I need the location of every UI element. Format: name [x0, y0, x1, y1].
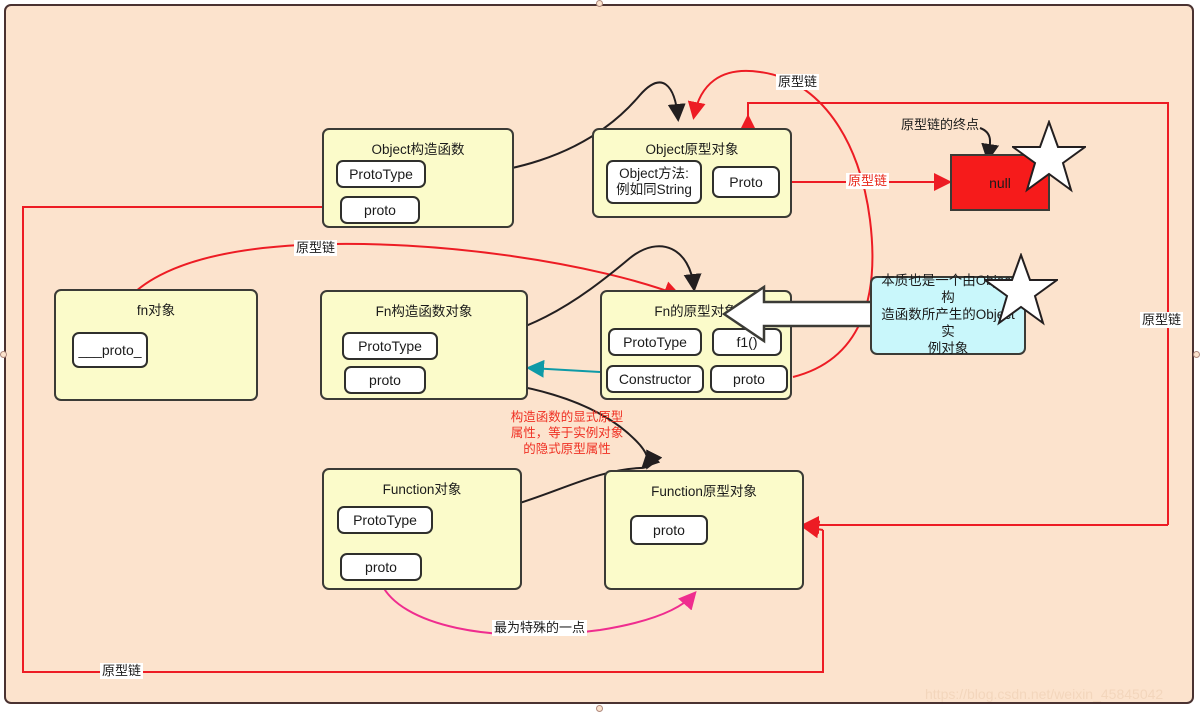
annotation-explicit-prototype: 构造函数的显式原型 属性，等于实例对象 的隐式原型属性	[497, 409, 637, 457]
node-title: Object构造函数	[371, 142, 465, 157]
star-icon-note	[984, 253, 1058, 326]
note-line-3: 例对象	[927, 340, 969, 356]
node-title: Function原型对象	[651, 484, 757, 499]
watermark: https://blog.csdn.net/weixin_45845042	[925, 686, 1164, 702]
label-chain-right: 原型链	[1140, 312, 1184, 329]
node-function-prototype[interactable]: Function原型对象 proto	[604, 470, 804, 590]
label-chain-to-null: 原型链	[846, 173, 890, 190]
slot-proto[interactable]: proto	[340, 196, 420, 224]
slot-prototype[interactable]: ProtoType	[608, 328, 702, 356]
slot-proto[interactable]: proto	[340, 553, 422, 581]
node-object-prototype[interactable]: Object原型对象 Object方法: 例如同String Proto	[592, 128, 792, 218]
label-chain-end-title: 原型链的终点	[901, 117, 980, 132]
slot-proto[interactable]: proto	[344, 366, 426, 394]
node-object-constructor[interactable]: Object构造函数 ProtoType proto	[322, 128, 514, 228]
label-most-special: 最为特殊的一点	[492, 620, 588, 637]
label-chain-bottom: 原型链	[100, 663, 144, 680]
node-title: Function对象	[382, 482, 462, 497]
slot-prototype[interactable]: ProtoType	[342, 332, 438, 360]
slot-constructor[interactable]: Constructor	[606, 365, 704, 393]
resize-handle-bottom[interactable]	[596, 705, 603, 712]
node-fn-instance[interactable]: fn对象 ___proto_	[54, 289, 258, 401]
slot-proto[interactable]: proto	[630, 515, 708, 545]
resize-handle-left[interactable]	[0, 351, 7, 358]
annotation-line-3: 的隐式原型属性	[523, 442, 611, 456]
slot-object-methods[interactable]: Object方法: 例如同String	[606, 160, 702, 204]
resize-handle-right[interactable]	[1193, 351, 1200, 358]
slot-prototype[interactable]: ProtoType	[337, 506, 433, 534]
slot-line-1: Object方法:	[619, 166, 689, 182]
node-title: Object原型对象	[645, 142, 739, 157]
node-fn-constructor[interactable]: Fn构造函数对象 ProtoType proto	[320, 290, 528, 400]
annotation-line-2: 属性，等于实例对象	[510, 426, 624, 440]
annotation-line-1: 构造函数的显式原型	[510, 410, 624, 424]
slot-dunder-proto[interactable]: ___proto_	[72, 332, 148, 368]
label-chain-left-mid: 原型链	[294, 240, 338, 257]
label-chain-top: 原型链	[776, 74, 820, 91]
resize-handle-top[interactable]	[596, 0, 603, 7]
diagram-canvas: Object构造函数 ProtoType proto Object原型对象 Ob…	[0, 0, 1202, 713]
callout-arrow-icon	[722, 284, 882, 344]
slot-proto[interactable]: Proto	[712, 166, 780, 198]
node-title: Fn构造函数对象	[375, 304, 473, 319]
node-function-object[interactable]: Function对象 ProtoType proto	[322, 468, 522, 590]
star-icon-null	[1012, 120, 1086, 193]
node-title: fn对象	[136, 303, 176, 318]
slot-prototype[interactable]: ProtoType	[336, 160, 426, 188]
slot-proto[interactable]: proto	[710, 365, 788, 393]
slot-line-2: 例如同String	[616, 182, 692, 197]
